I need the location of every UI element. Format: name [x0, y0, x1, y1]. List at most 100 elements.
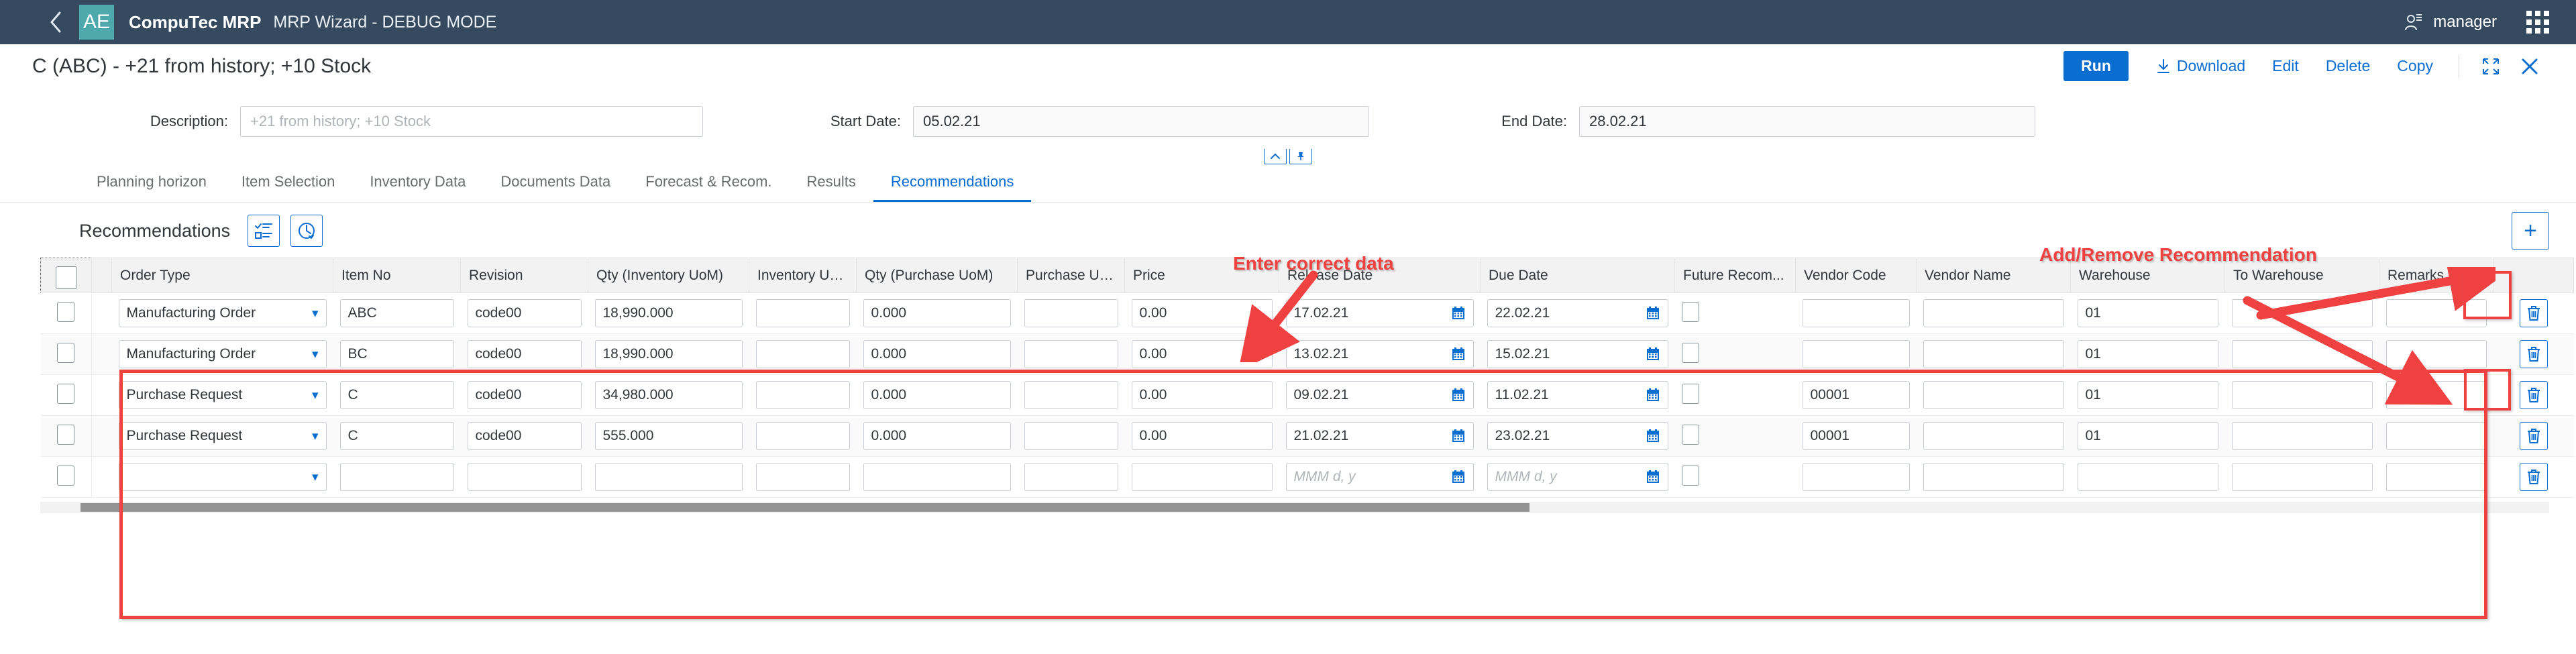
delete-row-button[interactable] [2520, 340, 2548, 368]
order-type-select[interactable]: Manufacturing Order▾ [119, 340, 327, 368]
col-future-recom[interactable]: Future Recom... [1675, 258, 1796, 293]
col-item-no[interactable]: Item No [333, 258, 461, 293]
vendor-name-input[interactable] [1923, 340, 2064, 368]
warehouse-input[interactable] [2078, 463, 2218, 491]
to-warehouse-input[interactable] [2232, 422, 2373, 450]
checklist-settings-button[interactable] [248, 215, 280, 247]
purchase-uom-input[interactable] [1024, 299, 1118, 327]
inventory-uom-input[interactable] [756, 381, 850, 409]
qty-purchase-uom-input[interactable]: 0.000 [863, 340, 1011, 368]
qty-purchase-uom-input[interactable]: 0.000 [863, 381, 1011, 409]
col-qty-purchase-uom[interactable]: Qty (Purchase UoM) [857, 258, 1018, 293]
due-date-input[interactable]: 22.02.21 [1487, 299, 1668, 327]
start-date-input[interactable] [913, 106, 1369, 137]
to-warehouse-input[interactable] [2232, 463, 2373, 491]
remarks-input[interactable] [2386, 340, 2487, 368]
calendar-icon[interactable] [1646, 388, 1660, 402]
row-checkbox[interactable] [57, 425, 74, 445]
price-input[interactable]: 0.00 [1132, 422, 1273, 450]
copy-button[interactable]: Copy [2383, 51, 2447, 81]
calendar-icon[interactable] [1451, 306, 1466, 321]
purchase-uom-input[interactable] [1024, 422, 1118, 450]
vendor-code-input[interactable] [1803, 463, 1910, 491]
order-type-select[interactable]: ▾ [119, 463, 327, 491]
col-revision[interactable]: Revision [461, 258, 588, 293]
select-all-header[interactable] [41, 258, 92, 293]
col-order-type[interactable]: Order Type [112, 258, 333, 293]
qty-purchase-uom-input[interactable]: 0.000 [863, 422, 1011, 450]
scrollbar-thumb[interactable] [80, 503, 1529, 512]
remarks-input[interactable] [2386, 463, 2487, 491]
release-date-input[interactable]: MMM d, y [1286, 463, 1474, 491]
to-warehouse-input[interactable] [2232, 381, 2373, 409]
inventory-uom-input[interactable] [756, 463, 850, 491]
inventory-uom-input[interactable] [756, 340, 850, 368]
release-date-input[interactable]: 17.02.21 [1286, 299, 1474, 327]
cell-row-select[interactable] [41, 375, 92, 416]
release-date-input[interactable]: 09.02.21 [1286, 381, 1474, 409]
item-no-input[interactable]: ABC [340, 299, 454, 327]
col-price[interactable]: Price [1125, 258, 1279, 293]
calendar-icon[interactable] [1646, 429, 1660, 443]
app-launcher-button[interactable] [2526, 11, 2549, 34]
price-input[interactable]: 0.00 [1132, 381, 1273, 409]
collapse-header-button[interactable] [1264, 148, 1287, 164]
calendar-icon[interactable] [1451, 470, 1466, 484]
col-due-date[interactable]: Due Date [1481, 258, 1675, 293]
col-remarks[interactable]: Remarks [2379, 258, 2493, 293]
cell-row-select[interactable] [41, 334, 92, 375]
vendor-name-input[interactable] [1923, 299, 2064, 327]
col-qty-inventory-uom[interactable]: Qty (Inventory UoM) [588, 258, 749, 293]
remarks-input[interactable] [2386, 299, 2487, 327]
col-vendor-name[interactable]: Vendor Name [1917, 258, 2071, 293]
future-recom-checkbox[interactable] [1682, 384, 1699, 404]
warehouse-input[interactable]: 01 [2078, 381, 2218, 409]
pin-header-button[interactable] [1289, 148, 1312, 164]
qty-inventory-uom-input[interactable]: 18,990.000 [595, 299, 743, 327]
release-date-input[interactable]: 21.02.21 [1286, 422, 1474, 450]
item-no-input[interactable]: C [340, 422, 454, 450]
calendar-icon[interactable] [1451, 429, 1466, 443]
purchase-uom-input[interactable] [1024, 381, 1118, 409]
warehouse-input[interactable]: 01 [2078, 422, 2218, 450]
price-input[interactable] [1132, 463, 1273, 491]
vendor-name-input[interactable] [1923, 463, 2064, 491]
col-vendor-code[interactable]: Vendor Code [1796, 258, 1917, 293]
close-button[interactable] [2510, 52, 2549, 80]
due-date-input[interactable]: MMM d, y [1487, 463, 1668, 491]
tab-results[interactable]: Results [790, 173, 873, 202]
purchase-uom-input[interactable] [1024, 340, 1118, 368]
cell-row-select[interactable] [41, 416, 92, 457]
item-no-input[interactable]: BC [340, 340, 454, 368]
tab-item-selection[interactable]: Item Selection [224, 173, 352, 202]
future-recom-checkbox[interactable] [1682, 425, 1699, 445]
tab-inventory-data[interactable]: Inventory Data [352, 173, 483, 202]
add-recommendation-button[interactable]: + [2512, 212, 2549, 250]
warehouse-input[interactable]: 01 [2078, 340, 2218, 368]
qty-inventory-uom-input[interactable]: 555.000 [595, 422, 743, 450]
price-input[interactable]: 0.00 [1132, 299, 1273, 327]
due-date-input[interactable]: 11.02.21 [1487, 381, 1668, 409]
release-date-input[interactable]: 13.02.21 [1286, 340, 1474, 368]
qty-inventory-uom-input[interactable]: 34,980.000 [595, 381, 743, 409]
tab-forecast-recom[interactable]: Forecast & Recom. [628, 173, 789, 202]
row-checkbox[interactable] [57, 343, 74, 363]
price-input[interactable]: 0.00 [1132, 340, 1273, 368]
inventory-uom-input[interactable] [756, 299, 850, 327]
qty-purchase-uom-input[interactable]: 0.000 [863, 299, 1011, 327]
delete-row-button[interactable] [2520, 463, 2548, 491]
back-navigation-button[interactable] [40, 7, 71, 38]
calendar-icon[interactable] [1646, 470, 1660, 484]
exit-fullscreen-button[interactable] [2471, 52, 2510, 80]
inventory-uom-input[interactable] [756, 422, 850, 450]
future-recom-checkbox[interactable] [1682, 302, 1699, 322]
remarks-input[interactable] [2386, 422, 2487, 450]
tab-documents-data[interactable]: Documents Data [483, 173, 628, 202]
order-type-select[interactable]: Purchase Request▾ [119, 422, 327, 450]
to-warehouse-input[interactable] [2232, 340, 2373, 368]
col-purchase-uom[interactable]: Purchase UoM [1018, 258, 1125, 293]
revision-input[interactable] [468, 463, 582, 491]
cell-row-select[interactable] [41, 457, 92, 498]
vendor-name-input[interactable] [1923, 381, 2064, 409]
delete-row-button[interactable] [2520, 381, 2548, 409]
